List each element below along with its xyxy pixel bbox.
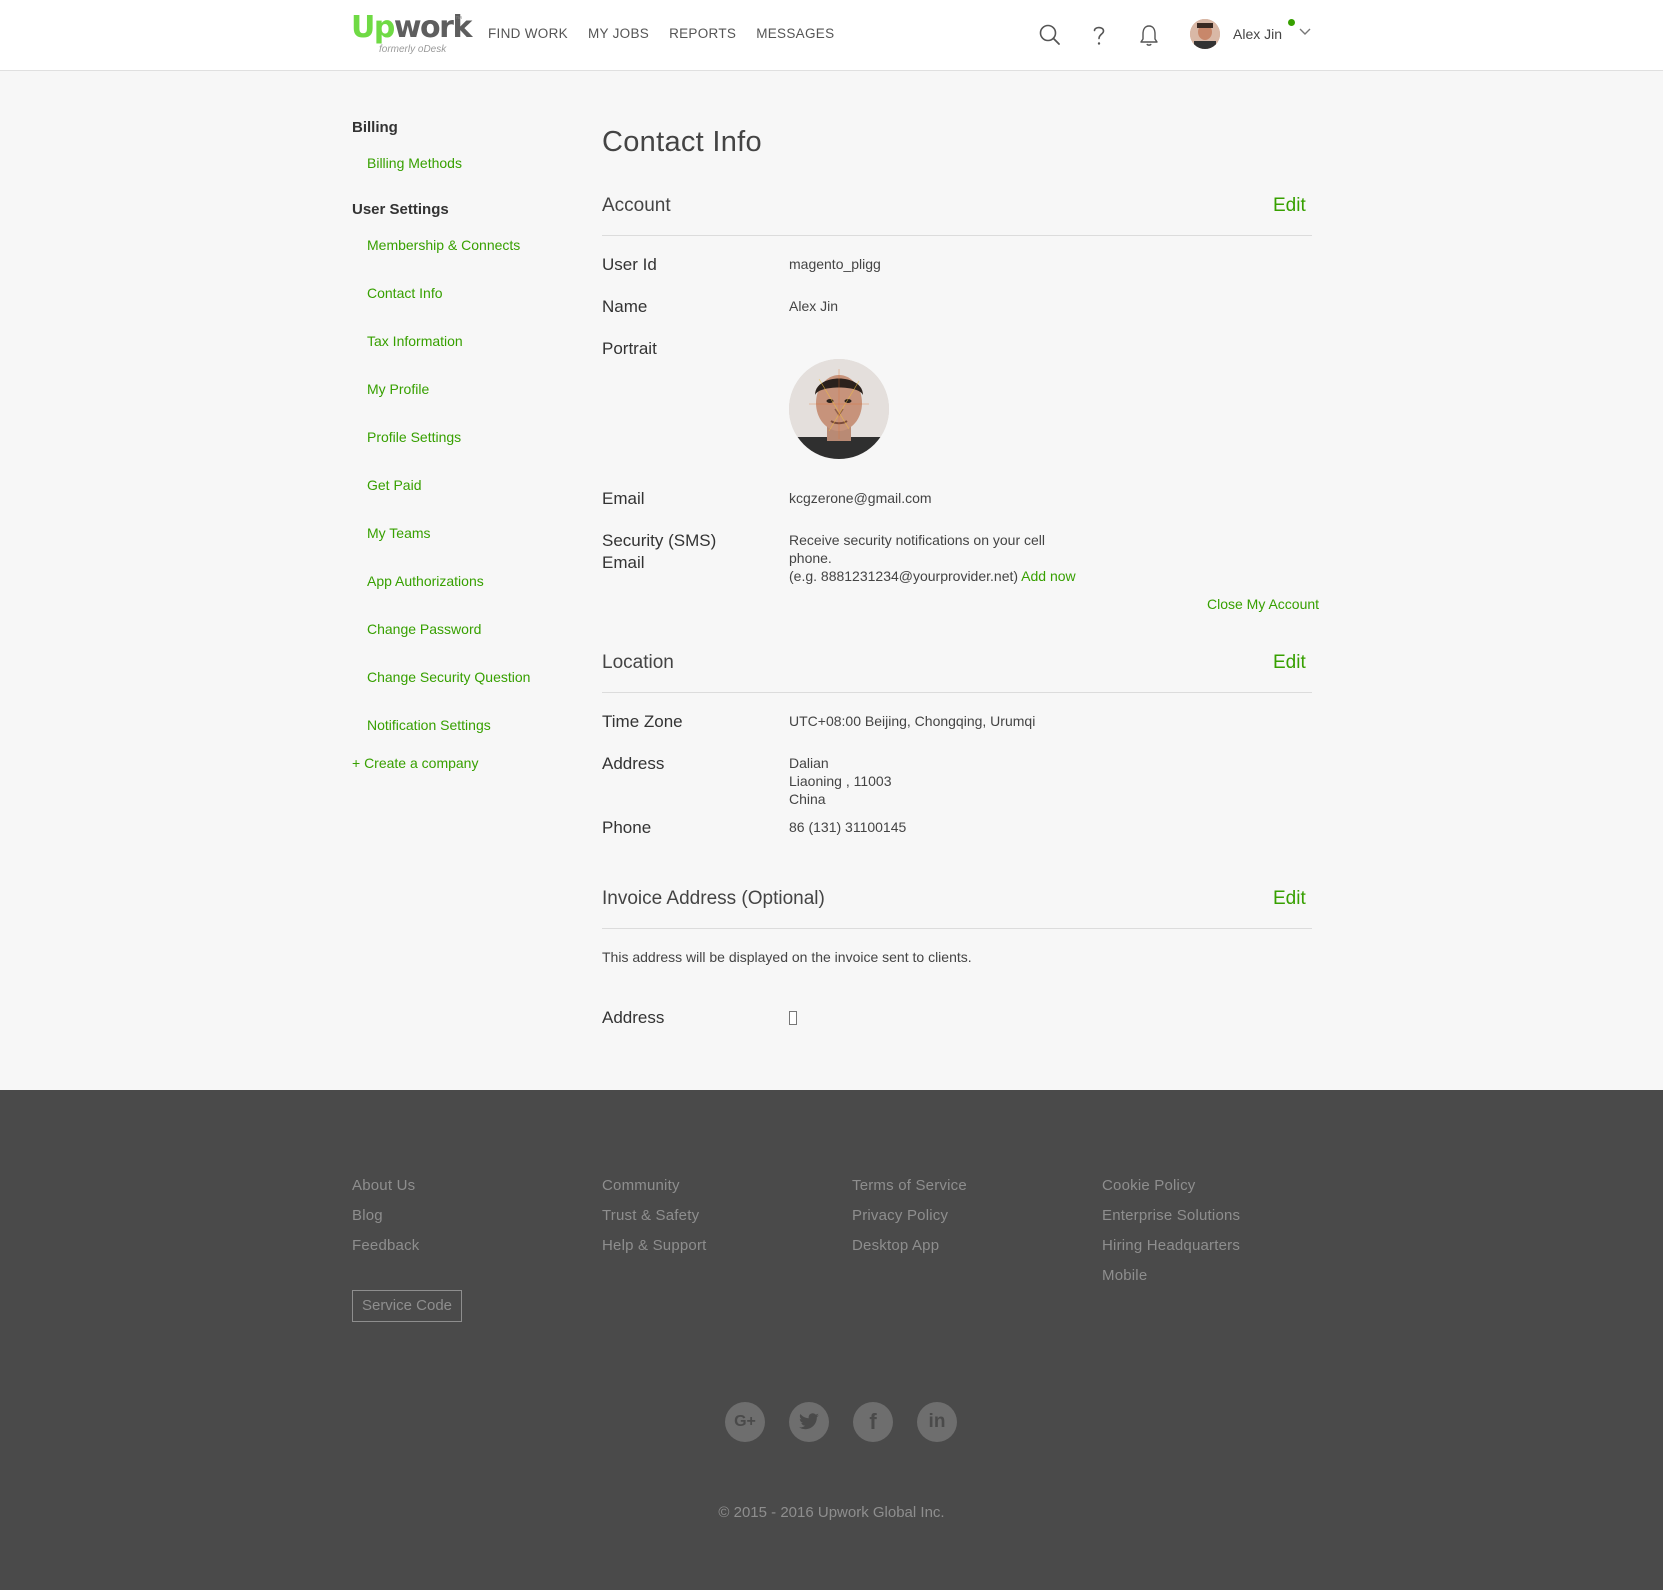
sidebar-item-membership[interactable]: Membership & Connects [367,237,520,253]
section-title-location: Location [602,652,674,673]
sidebar-item-get-paid[interactable]: Get Paid [367,477,421,493]
sidebar-item-tax-information[interactable]: Tax Information [367,333,463,349]
logo-up-text: Up [351,10,395,45]
linkedin-icon[interactable]: in [917,1402,957,1442]
copyright-text: © 2015 - 2016 Upwork Global Inc. [718,1504,945,1521]
footer-link-hiring-hq[interactable]: Hiring Headquarters [1102,1237,1240,1254]
invoice-address-placeholder-glyph [789,1011,797,1025]
footer-link-feedback[interactable]: Feedback [352,1237,419,1254]
timezone-value: UTC+08:00 Beijing, Chongqing, Urumqi [789,713,1036,729]
section-divider [602,928,1312,929]
user-name[interactable]: Alex Jin [1233,26,1282,42]
address-line-2: Liaoning , 11003 [789,773,892,789]
phone-value: 86 (131) 31100145 [789,819,907,835]
invoice-edit-button[interactable]: Edit [1273,888,1306,910]
nav-messages[interactable]: MESSAGES [756,26,834,41]
nav-my-jobs[interactable]: MY JOBS [588,26,649,41]
logo-subtitle: formerly oDesk [379,44,447,55]
name-value: Alex Jin [789,298,839,314]
invoice-address-label: Address [602,1008,665,1027]
address-value: Dalian Liaoning , 11003 China [789,754,892,808]
nav-find-work[interactable]: FIND WORK [488,26,568,41]
invoice-note: This address will be displayed on the in… [602,949,972,965]
footer-link-privacy[interactable]: Privacy Policy [852,1207,948,1224]
facebook-icon[interactable]: f [853,1402,893,1442]
chevron-down-icon[interactable] [1298,27,1312,37]
bell-icon[interactable] [1136,22,1162,48]
sidebar-item-profile-settings[interactable]: Profile Settings [367,429,461,445]
email-label: Email [602,489,645,508]
footer-link-blog[interactable]: Blog [352,1207,383,1224]
add-now-link[interactable]: Add now [1021,568,1075,584]
logo-trademark: ™ [455,16,462,23]
sidebar-item-app-authorizations[interactable]: App Authorizations [367,573,484,589]
user-id-value: magento_pligg [789,256,881,272]
address-label: Address [602,754,665,773]
user-avatar[interactable] [1190,19,1220,49]
sms-text-line-3-wrap: (e.g. 8881231234@yourprovider.net) Add n… [789,567,1076,585]
name-label: Name [602,297,648,316]
portrait-image [789,359,889,459]
google-plus-icon[interactable]: G+ [725,1402,765,1442]
footer-link-trust-safety[interactable]: Trust & Safety [602,1207,699,1224]
create-company-link[interactable]: + Create a company [352,755,478,771]
section-title-account: Account [602,195,671,216]
address-line-1: Dalian [789,755,829,771]
email-value: kcgzerone@gmail.com [789,490,932,506]
nav-reports[interactable]: REPORTS [669,26,736,41]
sidebar-item-change-security-question[interactable]: Change Security Question [367,669,530,685]
sms-value: Receive security notifications on your c… [789,531,1076,585]
sidebar-item-my-profile[interactable]: My Profile [367,381,429,397]
search-icon[interactable] [1037,22,1063,48]
close-account-link[interactable]: Close My Account [1207,596,1319,612]
account-edit-button[interactable]: Edit [1273,195,1306,217]
sidebar-item-notification-settings[interactable]: Notification Settings [367,717,491,733]
section-divider [602,692,1312,693]
sidebar-item-billing-methods[interactable]: Billing Methods [367,155,462,171]
footer-link-enterprise[interactable]: Enterprise Solutions [1102,1207,1240,1224]
top-header: Upwork ™ formerly oDesk FIND WORK MY JOB… [0,0,1663,71]
sms-text-line-2: phone. [789,550,832,566]
section-title-invoice: Invoice Address (Optional) [602,888,825,909]
sidebar-item-my-teams[interactable]: My Teams [367,525,431,541]
sms-text-line-3: (e.g. 8881231234@yourprovider.net) [789,568,1019,584]
logo-wordmark: Upwork [351,10,472,45]
portrait-label: Portrait [602,339,657,358]
footer-link-cookie-policy[interactable]: Cookie Policy [1102,1177,1195,1194]
sms-label-line-1: Security (SMS) [602,531,717,550]
online-status-dot [1288,19,1295,26]
location-edit-button[interactable]: Edit [1273,652,1306,674]
sms-label: Security (SMS) Email [602,530,716,574]
section-divider [602,235,1312,236]
timezone-label: Time Zone [602,712,683,731]
main-nav: FIND WORK MY JOBS REPORTS MESSAGES [488,26,834,41]
footer-link-help-support[interactable]: Help & Support [602,1237,707,1254]
sidebar-item-contact-info[interactable]: Contact Info [367,285,443,301]
page-title: Contact Info [602,126,762,158]
sms-label-line-2: Email [602,553,645,572]
upwork-logo[interactable]: Upwork ™ formerly oDesk [351,10,472,58]
address-line-3: China [789,791,826,807]
footer-link-about-us[interactable]: About Us [352,1177,415,1194]
footer-link-community[interactable]: Community [602,1177,680,1194]
user-id-label: User Id [602,255,657,274]
sms-text-line-1: Receive security notifications on your c… [789,532,1046,548]
footer-link-terms[interactable]: Terms of Service [852,1177,967,1194]
phone-label: Phone [602,818,652,837]
twitter-icon[interactable] [789,1402,829,1442]
sidebar-heading-billing: Billing [352,119,398,136]
sidebar-heading-user-settings: User Settings [352,201,449,218]
service-code-button[interactable]: Service Code [352,1290,462,1322]
footer-link-desktop-app[interactable]: Desktop App [852,1237,939,1254]
footer-link-mobile[interactable]: Mobile [1102,1267,1147,1284]
help-icon[interactable] [1086,22,1112,48]
sidebar-item-change-password[interactable]: Change Password [367,621,481,637]
